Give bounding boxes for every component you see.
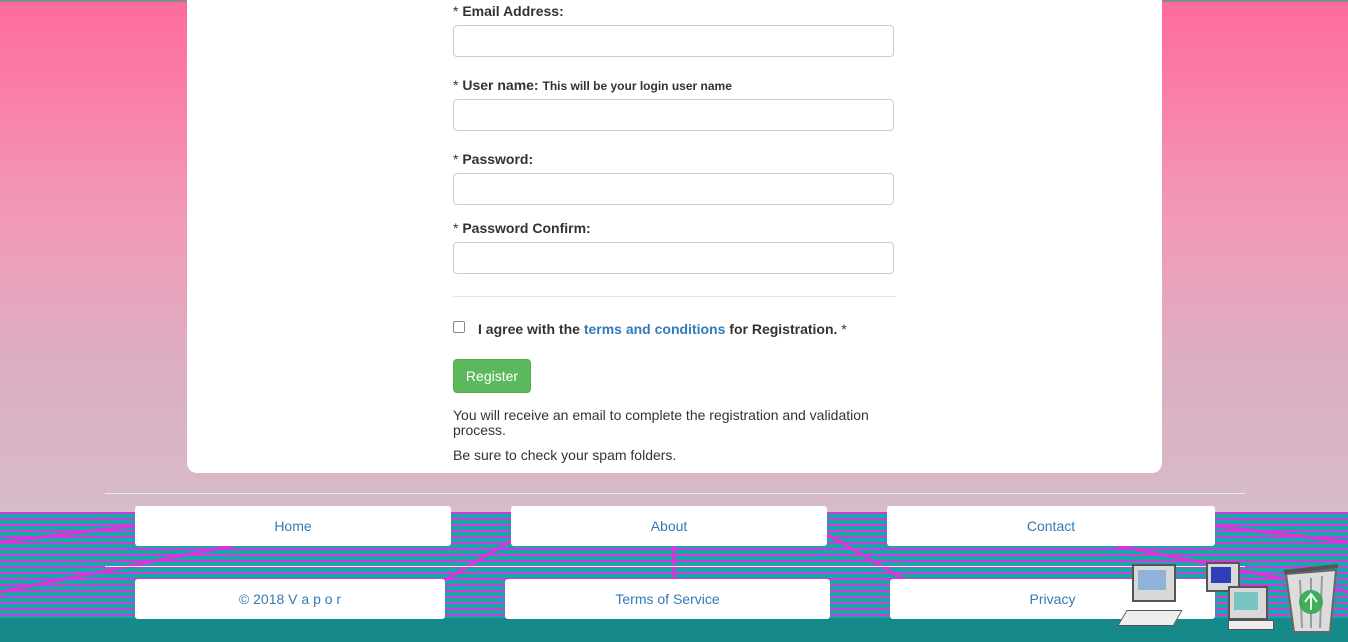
nav-terms-of-service[interactable]: Terms of Service [505, 579, 830, 619]
footer-divider-bottom [105, 566, 1245, 567]
nav-contact[interactable]: Contact [887, 506, 1215, 546]
username-field[interactable] [453, 99, 894, 131]
nav-home[interactable]: Home [135, 506, 451, 546]
recycle-bin-icon[interactable] [1278, 560, 1344, 636]
copyright-link[interactable]: © 2018 V a p o r [135, 579, 445, 619]
email-field[interactable] [453, 25, 894, 57]
footer-divider-top [105, 493, 1245, 494]
agree-text: I agree with the terms and conditions fo… [478, 321, 847, 337]
form-divider [453, 296, 896, 297]
agree-checkbox[interactable] [453, 321, 465, 333]
username-label: * User name: This will be your login use… [453, 77, 732, 93]
info-spam-text: Be sure to check your spam folders. [453, 447, 677, 463]
registration-card [187, 0, 1162, 473]
register-button[interactable]: Register [453, 359, 531, 393]
password-confirm-field[interactable] [453, 242, 894, 274]
terms-link[interactable]: terms and conditions [584, 321, 726, 337]
password-label: * Password: [453, 151, 534, 167]
network-icon[interactable] [1198, 560, 1276, 632]
nav-about[interactable]: About [511, 506, 827, 546]
password-field[interactable] [453, 173, 894, 205]
password-confirm-label: * Password Confirm: [453, 220, 591, 236]
info-email-text: You will receive an email to complete th… [453, 407, 869, 438]
email-label: * Email Address: [453, 3, 564, 19]
my-computer-icon[interactable] [1117, 560, 1183, 632]
username-hint: This will be your login user name [542, 79, 732, 93]
